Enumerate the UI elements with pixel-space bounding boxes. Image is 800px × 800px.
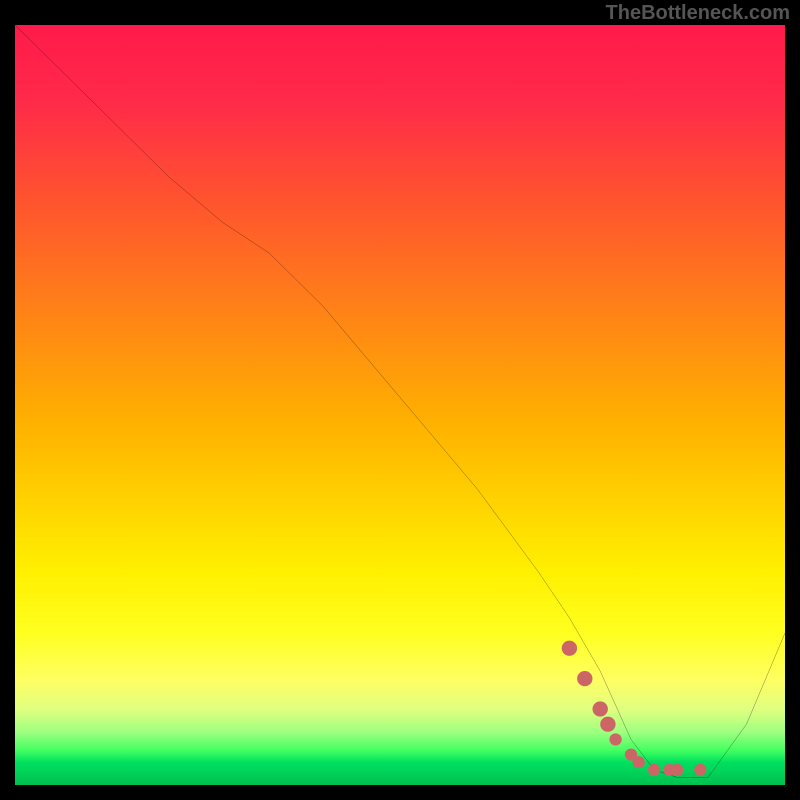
marker-dot: [694, 764, 706, 776]
chart-svg: [15, 25, 785, 785]
plot-area: [15, 25, 785, 785]
marker-dot: [577, 671, 592, 686]
bottleneck-curve: [15, 25, 785, 777]
watermark-text: TheBottleneck.com: [606, 2, 790, 25]
marker-dot: [671, 764, 683, 776]
marker-dot: [600, 717, 615, 732]
marker-dot: [648, 764, 660, 776]
marker-dot: [593, 701, 608, 716]
marker-dot: [562, 641, 577, 656]
marker-dots: [562, 641, 707, 776]
marker-dot: [633, 756, 645, 768]
marker-dot: [609, 733, 621, 745]
